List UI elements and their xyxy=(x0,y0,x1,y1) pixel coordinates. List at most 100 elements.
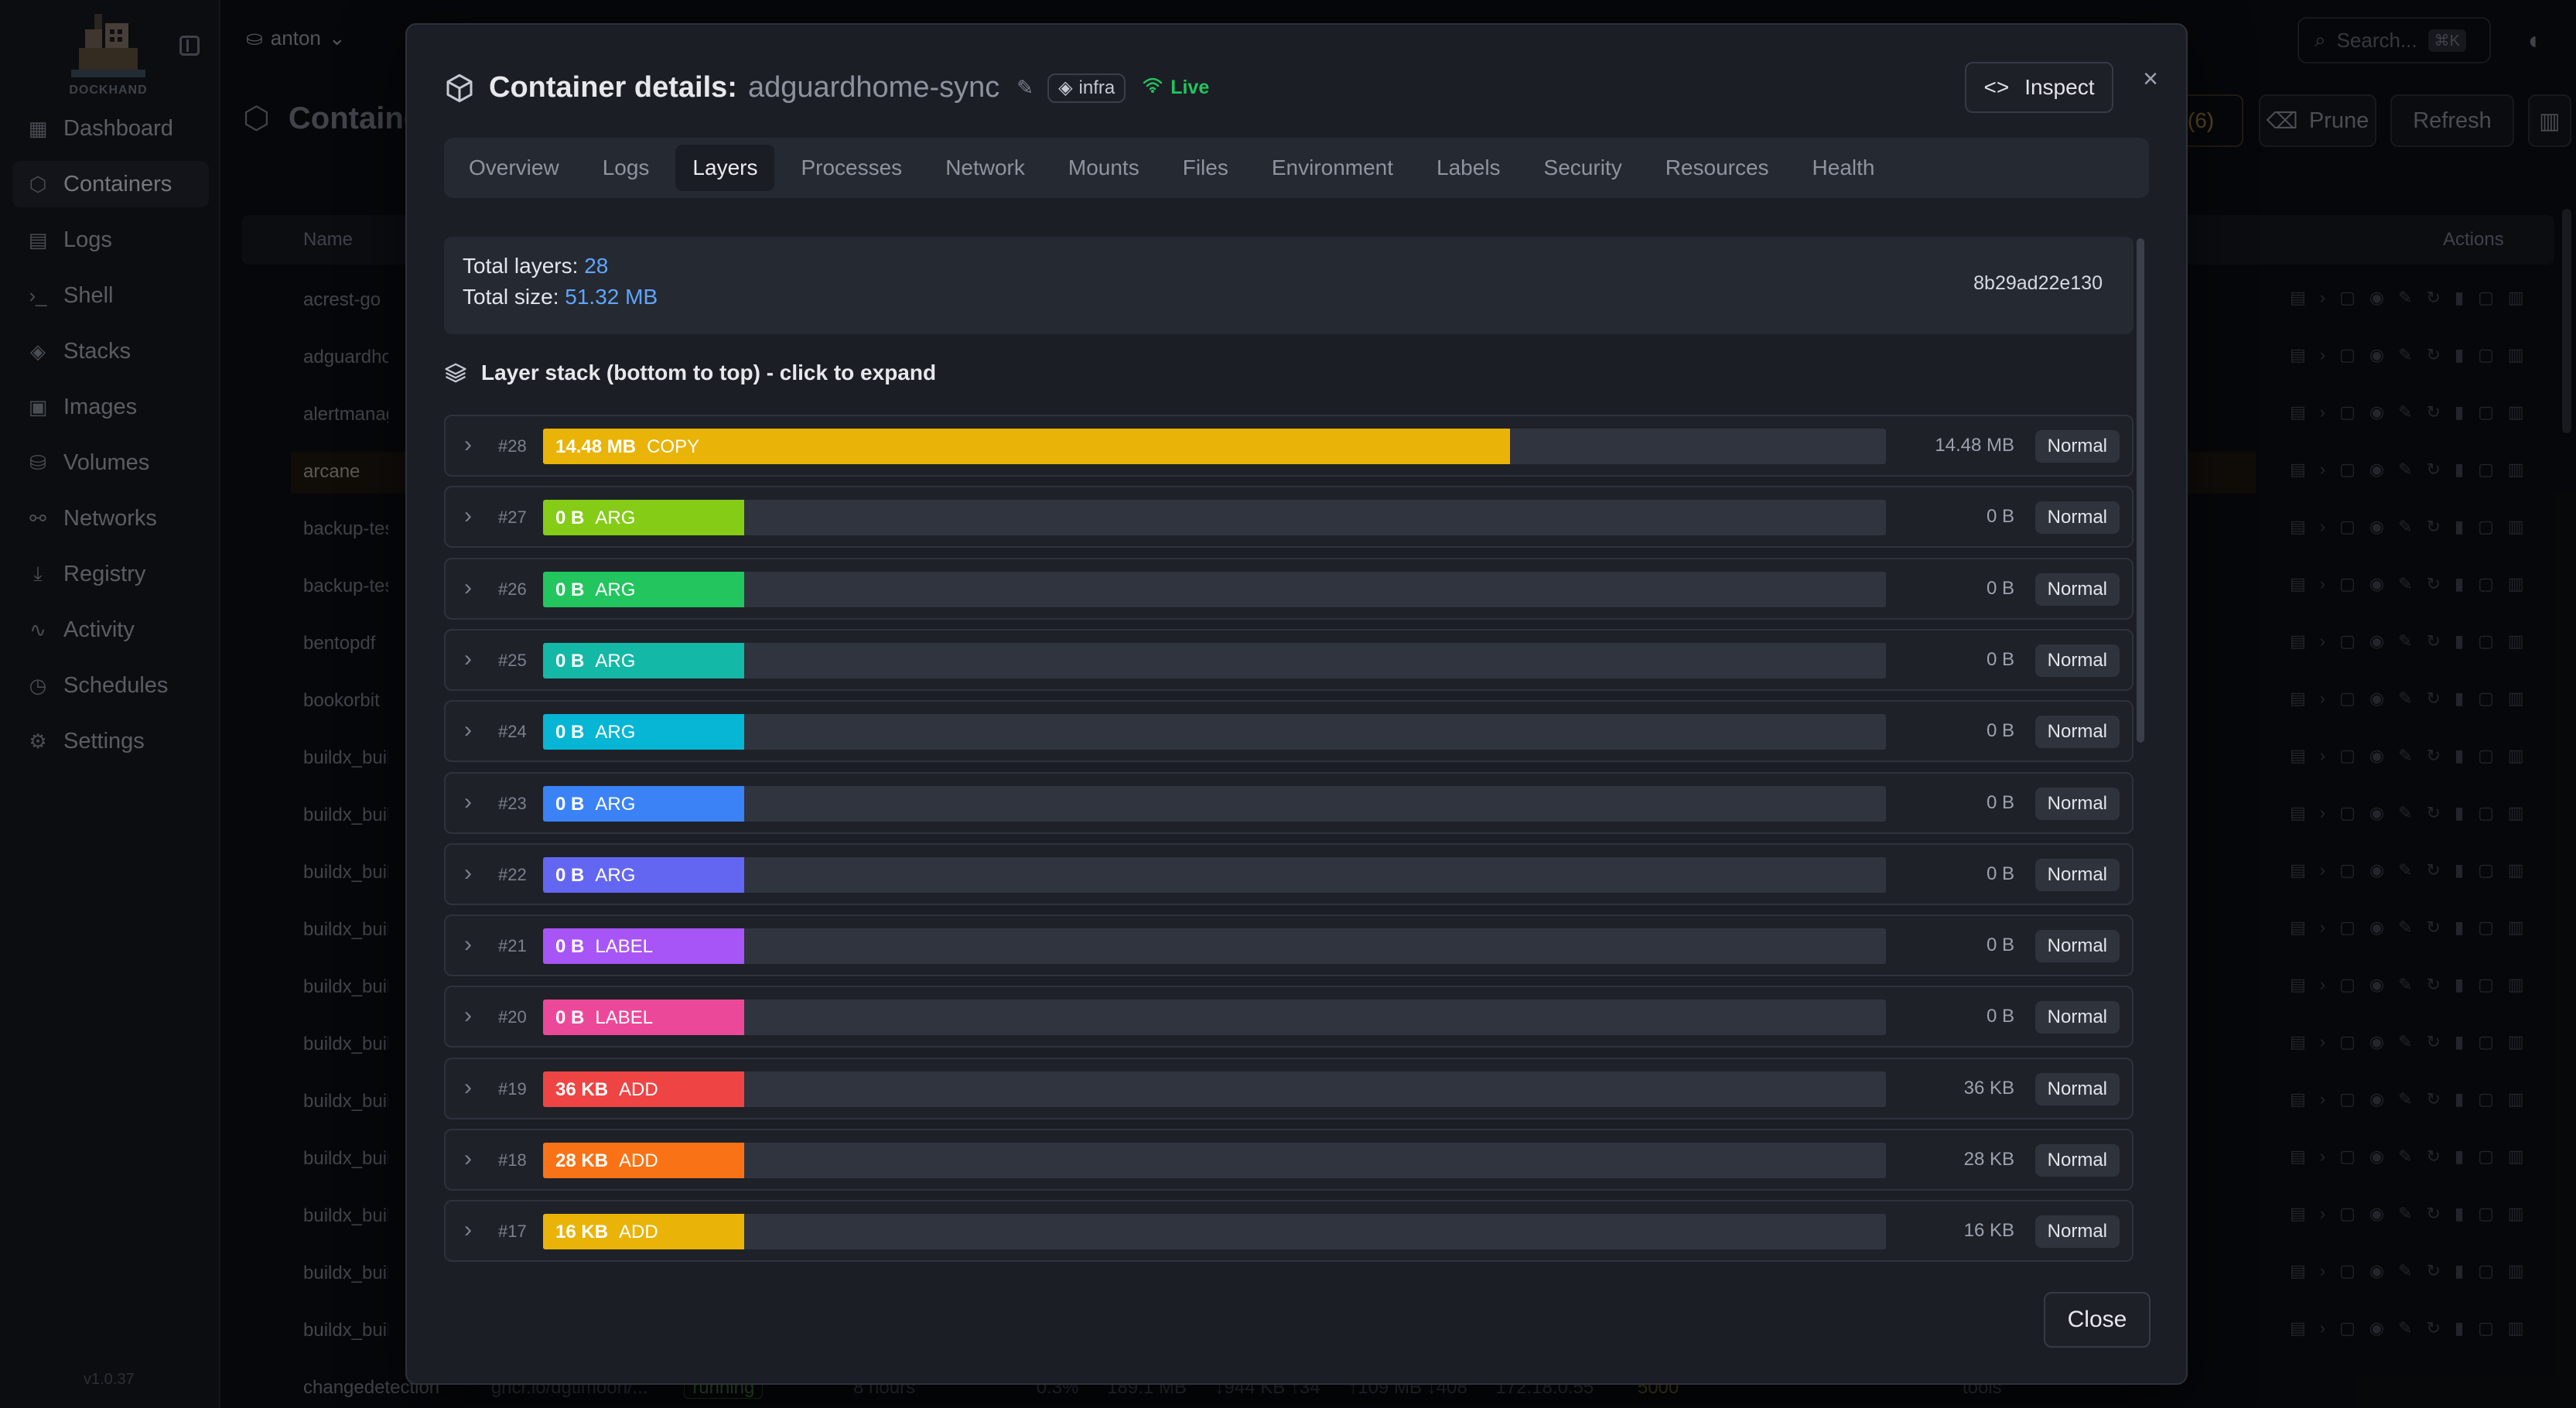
layer-size-fill: 36 KB ADD xyxy=(543,1071,744,1107)
tab-overview[interactable]: Overview xyxy=(452,145,576,191)
layer-row[interactable]: › #18 28 KB ADD 28 KB Normal xyxy=(444,1129,2134,1191)
layer-bar-size: 0 B xyxy=(555,579,585,600)
chevron-right-icon[interactable]: › xyxy=(464,1217,472,1243)
chevron-right-icon[interactable]: › xyxy=(464,789,472,815)
layer-number: #28 xyxy=(498,436,527,456)
layer-bar-label: 0 B LABEL xyxy=(555,936,653,958)
layer-bar-label: 0 B LABEL xyxy=(555,1007,653,1029)
layer-size: 0 B xyxy=(1986,720,2014,741)
layer-instruction: ADD xyxy=(619,1150,658,1171)
layer-bar-label: 0 B ARG xyxy=(555,722,635,743)
layer-size: 14.48 MB xyxy=(1935,435,2014,456)
layer-number: #18 xyxy=(498,1150,527,1170)
layer-size-bar: 0 B ARG xyxy=(543,500,1886,535)
layer-row[interactable]: › #20 0 B LABEL 0 B Normal xyxy=(444,986,2134,1047)
layer-bar-size: 28 KB xyxy=(555,1150,609,1171)
layer-size-bar: 0 B ARG xyxy=(543,643,1886,678)
layer-bar-size: 16 KB xyxy=(555,1222,609,1242)
image-id: 8b29ad22e130 xyxy=(1973,272,2103,294)
tab-layers[interactable]: Layers xyxy=(675,145,775,191)
layer-size-fill: 0 B LABEL xyxy=(543,928,744,964)
chevron-right-icon[interactable]: › xyxy=(464,1075,472,1101)
tab-environment[interactable]: Environment xyxy=(1255,145,1410,191)
tab-files[interactable]: Files xyxy=(1166,145,1245,191)
chevron-right-icon[interactable]: › xyxy=(464,646,472,672)
modal-header: Container details: adguardhome-sync ✎ ◈ … xyxy=(444,71,1209,104)
layer-size: 36 KB xyxy=(1963,1078,2014,1099)
layer-instruction: ARG xyxy=(595,651,636,672)
layer-size-bar: 16 KB ADD xyxy=(543,1214,1886,1249)
layer-bar-label: 0 B ARG xyxy=(555,794,635,815)
layer-bar-label: 0 B ARG xyxy=(555,579,635,601)
layer-row[interactable]: › #19 36 KB ADD 36 KB Normal xyxy=(444,1058,2134,1119)
layer-instruction: LABEL xyxy=(595,1007,654,1028)
chevron-right-icon[interactable]: › xyxy=(464,1003,472,1029)
tab-mounts[interactable]: Mounts xyxy=(1051,145,1156,191)
layer-size: 0 B xyxy=(1986,578,2014,599)
close-button[interactable]: Close xyxy=(2044,1292,2151,1348)
layer-bar-size: 0 B xyxy=(555,507,585,528)
tab-network[interactable]: Network xyxy=(928,145,1042,191)
layer-row[interactable]: › #28 14.48 MB COPY 14.48 MB Normal xyxy=(444,415,2134,477)
layer-row[interactable]: › #25 0 B ARG 0 B Normal xyxy=(444,629,2134,691)
layer-instruction: ARG xyxy=(595,794,636,815)
layer-bar-label: 28 KB ADD xyxy=(555,1150,658,1172)
layer-size-bar: 14.48 MB COPY xyxy=(543,429,1886,464)
tab-bar: Overview Logs Layers Processes Network M… xyxy=(444,138,2149,198)
layer-bar-size: 0 B xyxy=(555,651,585,672)
layer-size: 28 KB xyxy=(1963,1149,2014,1170)
layer-row[interactable]: › #24 0 B ARG 0 B Normal xyxy=(444,700,2134,762)
stack-tag[interactable]: ◈ infra xyxy=(1047,73,1126,103)
layer-bar-size: 14.48 MB xyxy=(555,436,637,457)
layers-icon: ◈ xyxy=(1058,77,1073,98)
live-indicator[interactable]: Live xyxy=(1143,77,1209,99)
tab-labels[interactable]: Labels xyxy=(1420,145,1518,191)
layer-number: #17 xyxy=(498,1222,527,1241)
tab-security[interactable]: Security xyxy=(1527,145,1639,191)
layers-summary: Total layers: 28 Total size: 51.32 MB 8b… xyxy=(444,237,2134,334)
chevron-right-icon[interactable]: › xyxy=(464,432,472,458)
close-icon[interactable]: × xyxy=(2137,65,2164,93)
layer-type-badge: Normal xyxy=(2034,716,2120,748)
inspect-button[interactable]: <> Inspect xyxy=(1965,62,2113,113)
layer-type-badge: Normal xyxy=(2034,430,2120,463)
layer-row[interactable]: › #22 0 B ARG 0 B Normal xyxy=(444,843,2134,905)
layer-row[interactable]: › #17 16 KB ADD 16 KB Normal xyxy=(444,1200,2134,1262)
layer-size-fill: 0 B ARG xyxy=(543,643,744,678)
chevron-right-icon[interactable]: › xyxy=(464,503,472,529)
layer-bar-label: 0 B ARG xyxy=(555,507,635,529)
tab-processes[interactable]: Processes xyxy=(784,145,919,191)
inspect-label: Inspect xyxy=(2024,75,2095,99)
chevron-right-icon[interactable]: › xyxy=(464,860,472,887)
pencil-icon[interactable]: ✎ xyxy=(1016,76,1033,100)
tab-health[interactable]: Health xyxy=(1795,145,1892,191)
modal-scrollbar[interactable] xyxy=(2137,238,2144,743)
layer-number: #22 xyxy=(498,865,527,884)
layer-size-bar: 0 B ARG xyxy=(543,572,1886,607)
layer-number: #19 xyxy=(498,1079,527,1099)
layers-icon xyxy=(445,363,466,383)
layer-size-fill: 0 B ARG xyxy=(543,572,744,607)
layer-row[interactable]: › #27 0 B ARG 0 B Normal xyxy=(444,486,2134,548)
tab-resources[interactable]: Resources xyxy=(1648,145,1786,191)
layer-bar-size: 0 B xyxy=(555,1007,585,1028)
layer-instruction: ARG xyxy=(595,579,636,600)
chevron-right-icon[interactable]: › xyxy=(464,931,472,958)
chevron-right-icon[interactable]: › xyxy=(464,1146,472,1172)
layer-size: 16 KB xyxy=(1963,1220,2014,1241)
layer-size: 0 B xyxy=(1986,863,2014,884)
chevron-right-icon[interactable]: › xyxy=(464,575,472,601)
total-size: Total size: 51.32 MB xyxy=(463,285,658,309)
layer-type-badge: Normal xyxy=(2034,1073,2120,1106)
layer-bar-size: 36 KB xyxy=(555,1079,609,1100)
layer-bar-size: 0 B xyxy=(555,865,585,886)
layer-instruction: COPY xyxy=(647,436,700,457)
chevron-right-icon[interactable]: › xyxy=(464,717,472,743)
tab-logs[interactable]: Logs xyxy=(586,145,667,191)
layer-size: 0 B xyxy=(1986,935,2014,955)
layer-number: #23 xyxy=(498,794,527,813)
layer-size-bar: 36 KB ADD xyxy=(543,1071,1886,1107)
layer-row[interactable]: › #26 0 B ARG 0 B Normal xyxy=(444,558,2134,620)
layer-row[interactable]: › #21 0 B LABEL 0 B Normal xyxy=(444,914,2134,976)
layer-row[interactable]: › #23 0 B ARG 0 B Normal xyxy=(444,772,2134,834)
